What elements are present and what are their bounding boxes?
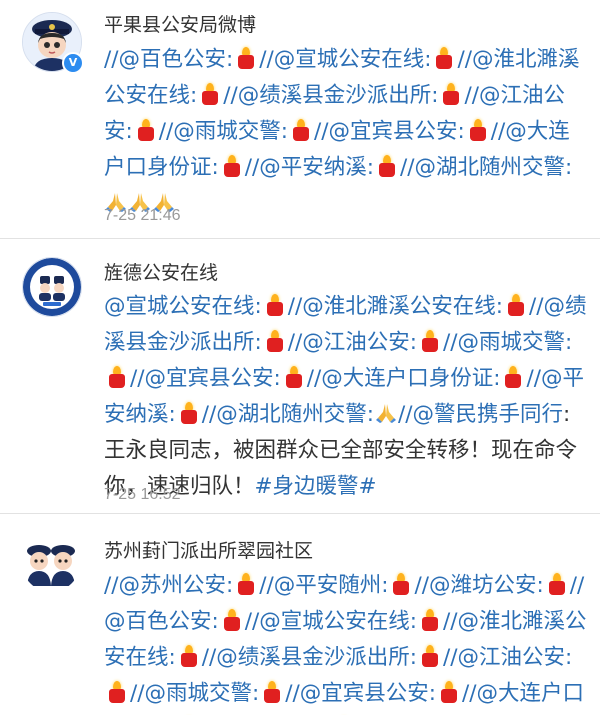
police-duo-avatar-icon xyxy=(22,534,80,592)
mention-link[interactable]: //@江油公安: xyxy=(288,330,417,355)
praying-hands-emoji-icon xyxy=(375,402,397,424)
candle-emoji-icon xyxy=(391,573,411,595)
mention-link[interactable]: //@湖北随州交警: xyxy=(202,402,374,427)
candle-emoji-icon xyxy=(420,609,440,631)
post-author[interactable]: 苏州葑门派出所翠园社区 xyxy=(104,536,313,563)
mention-link[interactable]: //@绩溪县金沙派出所: xyxy=(223,83,438,108)
mention-link[interactable]: //@宜宾县公安: xyxy=(130,366,281,391)
candle-emoji-icon xyxy=(262,681,282,703)
mention-link[interactable]: //@平安纳溪: xyxy=(245,155,374,180)
candle-emoji-icon xyxy=(284,366,304,388)
mention-link[interactable]: //@潍坊公安: xyxy=(414,573,543,598)
feed-post[interactable]: 苏州葑门派出所翠园社区 //@苏州公安://@平安随州://@潍坊公安://@百… xyxy=(0,514,600,715)
candle-emoji-icon xyxy=(222,155,242,177)
post-text: //@苏州公安://@平安随州://@潍坊公安://@百色公安://@宣城公安在… xyxy=(104,568,588,715)
verified-badge-icon: V xyxy=(62,52,84,74)
candle-emoji-icon xyxy=(222,609,242,631)
candle-emoji-icon xyxy=(420,645,440,667)
candle-emoji-icon xyxy=(265,294,285,316)
candle-emoji-icon xyxy=(107,681,127,703)
mention-link[interactable]: //@平安随州: xyxy=(259,573,388,598)
candle-emoji-icon xyxy=(200,83,220,105)
candle-emoji-icon xyxy=(439,681,459,703)
candle-emoji-icon xyxy=(506,294,526,316)
mention-link[interactable]: //@绩溪县金沙派出所: xyxy=(202,645,417,670)
weibo-feed: V 平果县公安局微博 //@百色公安: //@宣城公安在线: //@淮北濉溪公安在线… xyxy=(0,0,600,715)
mention-link[interactable]: //@苏州公安: xyxy=(104,573,233,598)
candle-emoji-icon xyxy=(107,366,127,388)
mention-link[interactable]: //@宜宾县公安: xyxy=(285,681,436,706)
candle-emoji-icon xyxy=(441,83,461,105)
candle-emoji-icon xyxy=(179,402,199,424)
feed-post[interactable]: 旌德公安在线 @宣城公安在线://@淮北濉溪公安在线://@绩溪县金沙派出所: /… xyxy=(0,239,600,514)
police-logo-avatar-icon xyxy=(23,258,81,316)
candle-emoji-icon xyxy=(236,47,256,69)
candle-emoji-icon xyxy=(265,330,285,352)
mention-link[interactable]: //@宜宾县公安: xyxy=(314,119,465,144)
mention-link[interactable]: //@宣城公安在线: xyxy=(259,47,431,72)
post-author[interactable]: 平果县公安局微博 xyxy=(104,10,256,37)
candle-emoji-icon xyxy=(136,119,156,141)
mention-link[interactable]: //@湖北随州交警: xyxy=(400,155,572,180)
mention-link[interactable]: //@宣城公安在线: xyxy=(245,609,417,634)
candle-emoji-icon xyxy=(434,47,454,69)
candle-emoji-icon xyxy=(468,119,488,141)
candle-emoji-icon xyxy=(547,573,567,595)
candle-emoji-icon xyxy=(291,119,311,141)
candle-emoji-icon xyxy=(179,645,199,667)
mention-link[interactable]: //@淮北濉溪公安在线: xyxy=(288,294,503,319)
mention-link[interactable]: //@雨城交警: xyxy=(443,330,572,355)
candle-emoji-icon xyxy=(377,155,397,177)
mention-link[interactable]: //@警民携手同行 xyxy=(398,402,563,427)
avatar[interactable] xyxy=(22,257,82,317)
mention-link[interactable]: //@雨城交警: xyxy=(130,681,259,706)
hashtag-link[interactable]: #身边暖警# xyxy=(255,474,377,499)
mention-link[interactable]: //@大连户口身份证: xyxy=(307,366,501,391)
post-author[interactable]: 旌德公安在线 xyxy=(104,258,218,285)
mention-link[interactable]: //@雨城交警: xyxy=(159,119,288,144)
mention-link[interactable]: //@江油公安: xyxy=(443,645,572,670)
candle-emoji-icon xyxy=(503,366,523,388)
post-text: //@百色公安://@宣城公安在线://@淮北濉溪公安在线://@绩溪县金沙派出… xyxy=(104,42,588,222)
candle-emoji-icon xyxy=(236,573,256,595)
post-time: 7-25 16:52 xyxy=(104,486,181,503)
candle-emoji-icon xyxy=(420,330,440,352)
post-time: 7-25 21:46 xyxy=(104,207,181,224)
mention-link[interactable]: //@百色公安: xyxy=(104,47,233,72)
avatar[interactable] xyxy=(22,534,80,592)
post-text: @宣城公安在线://@淮北濉溪公安在线://@绩溪县金沙派出所://@江油公安:… xyxy=(104,289,588,505)
mention-link[interactable]: @宣城公安在线: xyxy=(104,294,262,319)
feed-post[interactable]: V 平果县公安局微博 //@百色公安://@宣城公安在线://@淮北濉溪公安在线… xyxy=(0,0,600,239)
